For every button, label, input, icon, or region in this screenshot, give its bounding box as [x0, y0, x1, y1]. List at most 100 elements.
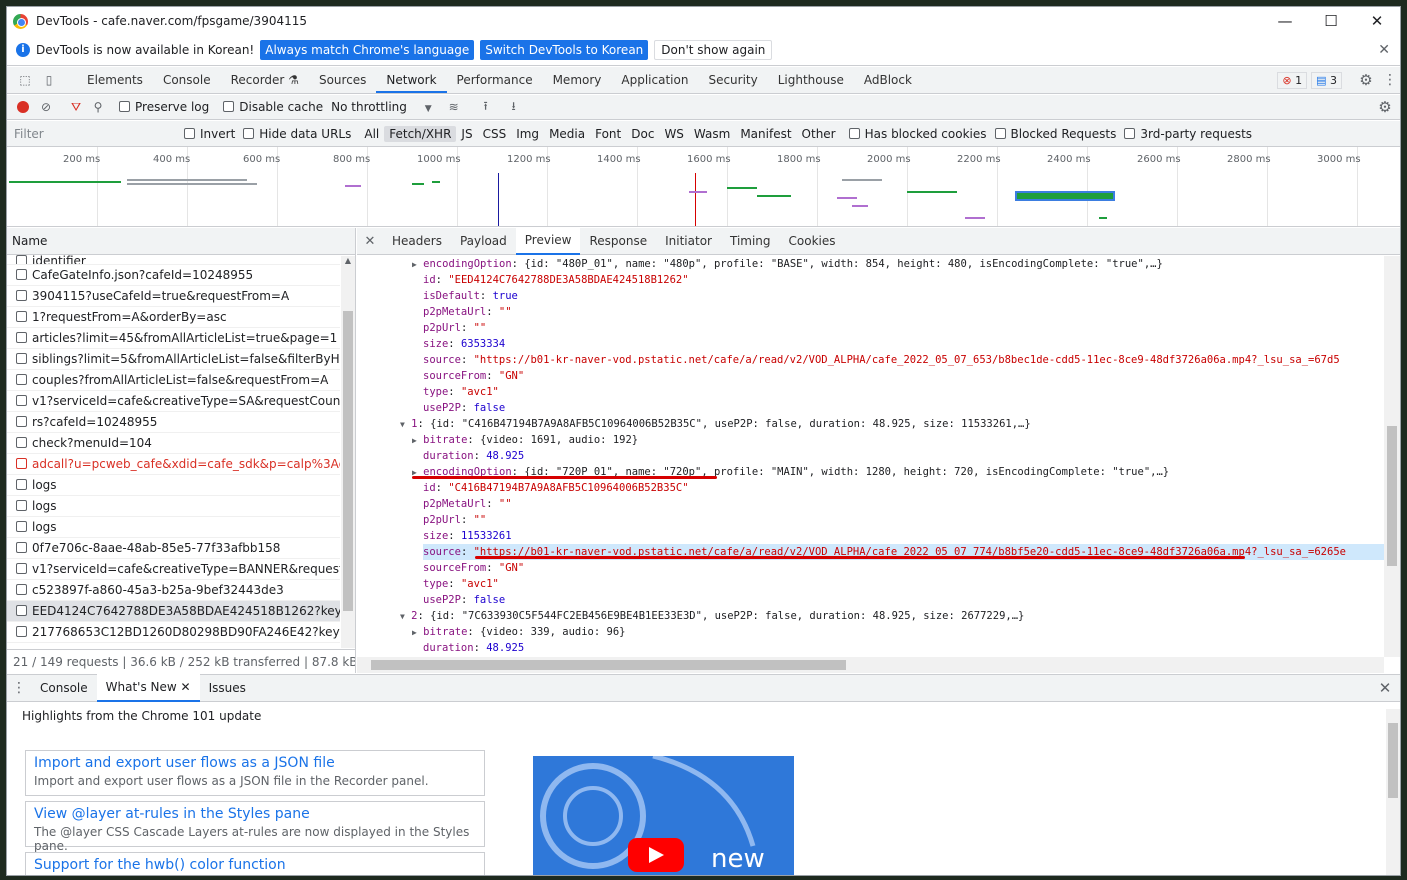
whats-new-card[interactable]: Import and export user flows as a JSON f… — [25, 750, 485, 796]
import-har-icon[interactable]: ⭱ — [472, 97, 500, 118]
expand-arrow-icon[interactable]: ▶ — [412, 436, 417, 445]
filter-type-font[interactable]: Font — [590, 126, 626, 142]
settings-gear-icon[interactable]: ⚙ — [1352, 71, 1380, 89]
minimize-button[interactable]: — — [1262, 12, 1308, 30]
filter-type-ws[interactable]: WS — [659, 126, 688, 142]
tab-security[interactable]: Security — [698, 67, 767, 93]
network-settings-icon[interactable]: ⚙ — [1370, 98, 1400, 116]
tab-headers[interactable]: Headers — [383, 228, 451, 254]
expand-arrow-icon[interactable]: ▶ — [412, 260, 417, 269]
request-row[interactable]: 1?requestFrom=A&orderBy=asc — [7, 307, 340, 328]
youtube-play-icon[interactable] — [628, 838, 684, 872]
request-row[interactable]: couples?fromAllArticleList=false&request… — [7, 370, 340, 391]
tab-console[interactable]: Console — [153, 67, 221, 93]
tab-cookies[interactable]: Cookies — [780, 228, 845, 254]
filter-type-wasm[interactable]: Wasm — [689, 126, 735, 142]
drawer-menu-icon[interactable]: ⋮ — [7, 680, 31, 696]
dont-show-again-button[interactable]: Don't show again — [654, 40, 773, 60]
request-row[interactable]: articles?limit=45&fromAllArticleList=tru… — [7, 328, 340, 349]
tab-memory[interactable]: Memory — [543, 67, 612, 93]
third-party-checkbox[interactable]: 3rd-party requests — [1124, 127, 1260, 141]
filter-type-css[interactable]: CSS — [478, 126, 512, 142]
scroll-up-icon[interactable]: ▲ — [341, 256, 355, 265]
request-row[interactable]: logs — [7, 517, 340, 538]
request-row-selected[interactable]: EED4124C7642788DE3A58BDAE424518B1262?key… — [7, 601, 340, 622]
more-options-icon[interactable]: ⋮ — [1380, 72, 1400, 88]
tree-line[interactable]: ▼ 1: {id: "C416B47194B7A9A8AFB5C10964006… — [400, 416, 1031, 432]
request-row[interactable]: 3904115?useCafeId=true&requestFrom=A — [7, 286, 340, 307]
filter-type-manifest[interactable]: Manifest — [735, 126, 796, 142]
whats-new-video-thumbnail[interactable]: new — [533, 756, 794, 875]
card-title[interactable]: Import and export user flows as a JSON f… — [34, 755, 476, 771]
card-title[interactable]: Support for the hwb() color function — [34, 857, 476, 873]
inspect-element-icon[interactable]: ⬚ — [13, 73, 37, 87]
blocked-requests-checkbox[interactable]: Blocked Requests — [994, 127, 1125, 141]
collapse-arrow-icon[interactable]: ▼ — [400, 612, 405, 621]
tab-whats-new[interactable]: What's New ✕ — [96, 674, 200, 702]
network-overview-timeline[interactable]: 200 ms 400 ms 600 ms 800 ms 1000 ms 1200… — [7, 147, 1400, 227]
preview-vertical-scrollbar[interactable] — [1384, 256, 1400, 657]
tab-payload[interactable]: Payload — [451, 228, 516, 254]
request-row[interactable]: 0f7e706c-8aae-48ab-85e5-77f33afbb158 — [7, 538, 340, 559]
close-infobar-icon[interactable]: ✕ — [1378, 42, 1390, 58]
clear-icon[interactable]: ⊘ — [33, 100, 59, 114]
tree-line[interactable]: ▶ encodingOption: {id: "480P_01", name: … — [412, 256, 1163, 272]
request-row[interactable]: siblings?limit=5&fromAllArticleList=fals… — [7, 349, 340, 370]
disable-cache-checkbox[interactable]: Disable cache — [223, 100, 331, 114]
tree-line[interactable]: ▶ bitrate: {video: 339, audio: 96} — [412, 624, 625, 640]
whats-new-card[interactable]: View @layer at-rules in the Styles pane … — [25, 801, 485, 853]
filter-type-js[interactable]: JS — [456, 126, 477, 142]
request-row[interactable]: c523897f-a860-45a3-b25a-9bef32443de3 — [7, 580, 340, 601]
tab-preview[interactable]: Preview — [515, 228, 581, 255]
close-detail-icon[interactable]: ✕ — [357, 234, 383, 249]
tab-elements[interactable]: Elements — [77, 67, 153, 93]
preserve-log-checkbox[interactable]: Preserve log — [119, 100, 217, 114]
whats-new-card[interactable]: Support for the hwb() color function — [25, 852, 485, 875]
filter-type-all[interactable]: All — [359, 126, 384, 142]
close-drawer-icon[interactable]: ✕ — [1370, 679, 1400, 697]
tab-network[interactable]: Network — [376, 67, 447, 93]
scrollbar-thumb[interactable] — [343, 311, 353, 611]
tree-line[interactable]: ▼ 2: {id: "7C633930C5F544FC2EB456E9BE4B1… — [400, 608, 1024, 624]
request-list-header[interactable]: Name — [7, 228, 355, 255]
filter-type-other[interactable]: Other — [797, 126, 841, 142]
scrollbar-thumb[interactable] — [1387, 426, 1397, 566]
drawer-scrollbar[interactable] — [1386, 709, 1400, 875]
card-title[interactable]: View @layer at-rules in the Styles pane — [34, 806, 476, 822]
filter-type-img[interactable]: Img — [511, 126, 544, 142]
request-row[interactable]: 217768653C12BD1260D80298BD90FA246E42?key… — [7, 622, 340, 643]
filter-input[interactable]: Filter — [12, 124, 172, 144]
scrollbar-thumb[interactable] — [371, 660, 846, 670]
request-row[interactable]: identifier — [7, 255, 340, 265]
request-row[interactable]: v1?serviceId=cafe&creativeType=SA&reques… — [7, 391, 340, 412]
error-count-badge[interactable]: ⊗ 1 — [1277, 71, 1308, 89]
tab-issues[interactable]: Issues — [200, 675, 255, 701]
hide-data-urls-checkbox[interactable]: Hide data URLs — [243, 127, 359, 141]
always-match-language-button[interactable]: Always match Chrome's language — [260, 40, 475, 60]
close-window-button[interactable]: ✕ — [1354, 12, 1400, 30]
maximize-button[interactable]: ☐ — [1308, 12, 1354, 30]
tab-performance[interactable]: Performance — [447, 67, 543, 93]
tab-application[interactable]: Application — [611, 67, 698, 93]
tab-recorder[interactable]: Recorder ⚗ — [221, 67, 309, 93]
tree-line[interactable]: ▶ bitrate: {video: 1691, audio: 192} — [412, 432, 638, 448]
request-row[interactable]: rs?cafeId=10248955 — [7, 412, 340, 433]
request-row[interactable]: logs — [7, 475, 340, 496]
throttling-select[interactable]: No throttling ▼ — [331, 100, 432, 114]
request-list-scrollbar[interactable]: ▲ — [341, 256, 355, 648]
request-row[interactable]: CafeGateInfo.json?cafeId=10248955 — [7, 265, 340, 286]
scrollbar-thumb[interactable] — [1388, 723, 1398, 798]
tab-response[interactable]: Response — [580, 228, 656, 254]
message-count-badge[interactable]: ▤ 3 — [1311, 71, 1342, 89]
tab-initiator[interactable]: Initiator — [656, 228, 721, 254]
filter-type-fetch-xhr[interactable]: Fetch/XHR — [384, 125, 457, 142]
filter-icon[interactable]: ⛛ — [65, 100, 87, 115]
network-conditions-icon[interactable]: ≋ — [440, 100, 468, 114]
tab-console-drawer[interactable]: Console — [31, 675, 97, 701]
filter-type-doc[interactable]: Doc — [626, 126, 659, 142]
collapse-arrow-icon[interactable]: ▼ — [400, 420, 405, 429]
blocked-cookies-checkbox[interactable]: Has blocked cookies — [848, 127, 995, 141]
search-icon[interactable]: ⚲ — [87, 100, 109, 114]
preview-horizontal-scrollbar[interactable] — [357, 657, 1384, 673]
tab-lighthouse[interactable]: Lighthouse — [768, 67, 854, 93]
